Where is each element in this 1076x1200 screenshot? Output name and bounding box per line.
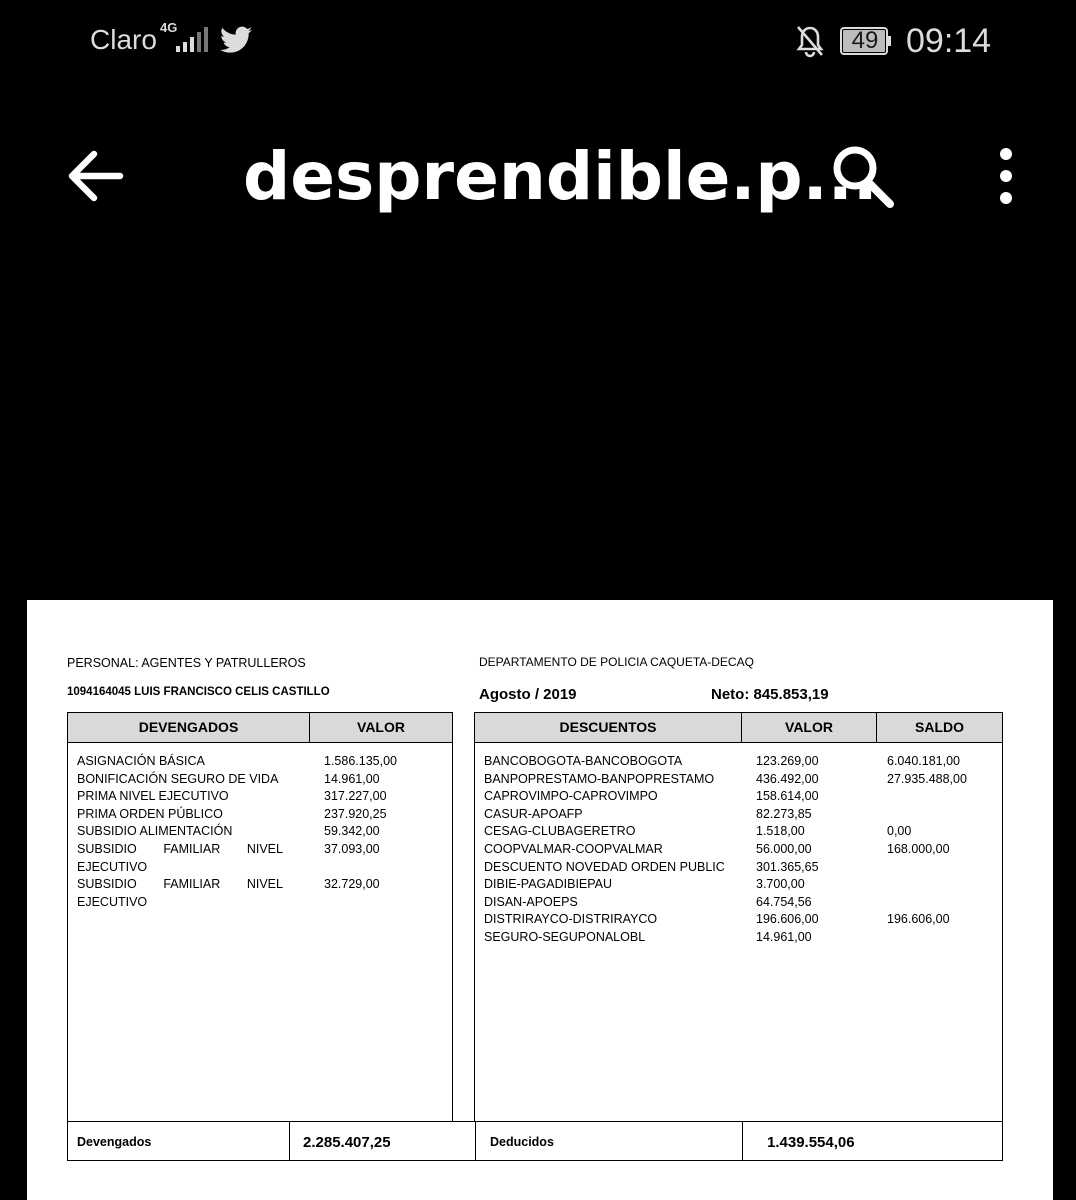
net-pay: Neto: 845.853,19 (711, 686, 829, 703)
deductions-balance: 0,00 (887, 824, 912, 839)
deductions-concept: DESCUENTO NOVEDAD ORDEN PUBLIC (484, 859, 725, 874)
earnings-concept-continued: EJECUTIVO (77, 859, 148, 874)
earnings-concept: PRIMA NIVEL EJECUTIVO (77, 789, 229, 804)
earnings-value: 14.961,00 (324, 771, 380, 786)
deductions-balance: 168.000,00 (887, 842, 950, 856)
earnings-concept-word: FAMILIAR (163, 842, 221, 856)
deductions-header-balance: SALDO (877, 713, 1002, 743)
deductions-concept: CESAG-CLUBAGERETRO (484, 824, 636, 839)
deductions-value: 3.700,00 (756, 877, 805, 892)
divider (742, 1122, 743, 1160)
deductions-concept: DIBIE-PAGADIBIEPAU (484, 877, 613, 892)
mute-bell-icon (796, 26, 824, 58)
department-label: DEPARTAMENTO DE POLICIA CAQUETA-DECAQ (479, 655, 754, 669)
earnings-total-label: Devengados (77, 1135, 152, 1149)
carrier-name: Claro (90, 24, 157, 55)
deductions-value: 436.492,00 (756, 771, 819, 786)
clock: 09:14 (906, 22, 992, 60)
earnings-concept-word: NIVEL (246, 842, 283, 856)
twitter-icon (220, 26, 252, 53)
earnings-concept: ASIGNACIÓN BÁSICA (77, 754, 205, 768)
deductions-concept: DISAN-APOEPS (484, 894, 578, 909)
document-page[interactable]: PERSONAL: AGENTES Y PATRULLEROS DEPARTAM… (27, 600, 1053, 1200)
deductions-concept: SEGURO-SEGUPONALOBL (484, 930, 646, 944)
deductions-value: 158.614,00 (756, 789, 819, 804)
totals-row: Devengados 2.285.407,25 Deducidos 1.439.… (67, 1121, 1003, 1161)
deductions-total-label: Deducidos (490, 1135, 554, 1149)
earnings-value: 32.729,00 (324, 877, 380, 892)
divider (475, 1122, 476, 1160)
deductions-concept: BANPOPRESTAMO-BANPOPRESTAMO (484, 771, 715, 786)
earnings-value: 37.093,00 (324, 842, 380, 856)
earnings-concept: SUBSIDIO ALIMENTACIÓN (77, 824, 233, 839)
deductions-concept: BANCOBOGOTA-BANCOBOGOTA (484, 754, 683, 768)
earnings-concept-word: FAMILIAR (163, 877, 221, 892)
divider (289, 1122, 290, 1160)
earnings-concept-word: NIVEL (246, 877, 283, 892)
network-type: 4G (160, 20, 178, 35)
earnings-value: 59.342,00 (324, 824, 380, 839)
deductions-value: 1.518,00 (756, 824, 805, 839)
more-options-icon[interactable] (990, 146, 1022, 206)
earnings-value: 237.920,25 (324, 806, 387, 821)
deductions-value: 56.000,00 (756, 842, 812, 856)
status-bar: Claro 4G 49 09:14 (0, 0, 1076, 82)
deductions-concept: DISTRIRAYCO-DISTRIRAYCO (484, 912, 658, 927)
deductions-concept: CAPROVIMPO-CAPROVIMPO (484, 789, 658, 804)
deductions-total-value: 1.439.554,06 (767, 1134, 855, 1151)
earnings-concept: SUBSIDIO FAMILIAR NIVEL (77, 877, 283, 891)
deductions-value: 301.365,65 (756, 859, 819, 874)
earnings-value: 317.227,00 (324, 789, 387, 804)
document-title: desprendible.p... (243, 138, 878, 215)
deductions-value: 14.961,00 (756, 930, 812, 944)
earnings-concept-word: SUBSIDIO (77, 877, 137, 892)
period: Agosto / 2019 (479, 686, 577, 703)
earnings-total-value: 2.285.407,25 (303, 1134, 391, 1151)
earnings-value: 1.586.135,00 (324, 754, 397, 768)
deductions-header-concept: DESCUENTOS (475, 713, 742, 743)
earnings-concept-word: SUBSIDIO (77, 842, 137, 856)
employee-name: 1094164045 LUIS FRANCISCO CELIS CASTILLO (67, 686, 330, 698)
deductions-value: 123.269,00 (756, 754, 819, 768)
earnings-concept: PRIMA ORDEN PÚBLICO (77, 806, 223, 821)
earnings-concept: SUBSIDIO FAMILIAR NIVEL (77, 842, 283, 856)
deductions-balance: 27.935.488,00 (887, 771, 967, 786)
deductions-concept: CASUR-APOAFP (484, 806, 583, 821)
deductions-value: 64.754,56 (756, 894, 812, 909)
deductions-value: 196.606,00 (756, 912, 819, 927)
deductions-value: 82.273,85 (756, 806, 812, 821)
battery-level: 49 (851, 27, 879, 54)
deductions-balance: 6.040.181,00 (887, 754, 960, 768)
earnings-header-concept: DEVENGADOS (68, 713, 310, 743)
earnings-concept: BONIFICACIÓN SEGURO DE VIDA (77, 771, 279, 786)
earnings-concept-continued: EJECUTIVO (77, 894, 148, 909)
personal-label: PERSONAL: AGENTES Y PATRULLEROS (67, 656, 306, 670)
back-arrow-icon[interactable] (64, 146, 124, 206)
search-icon[interactable] (830, 144, 896, 208)
deductions-balance: 196.606,00 (887, 912, 950, 927)
deductions-header-value: VALOR (742, 713, 877, 743)
deductions-concept: COOPVALMAR-COOPVALMAR (484, 842, 663, 856)
signal-icon (176, 27, 208, 52)
earnings-header-value: VALOR (310, 713, 452, 743)
